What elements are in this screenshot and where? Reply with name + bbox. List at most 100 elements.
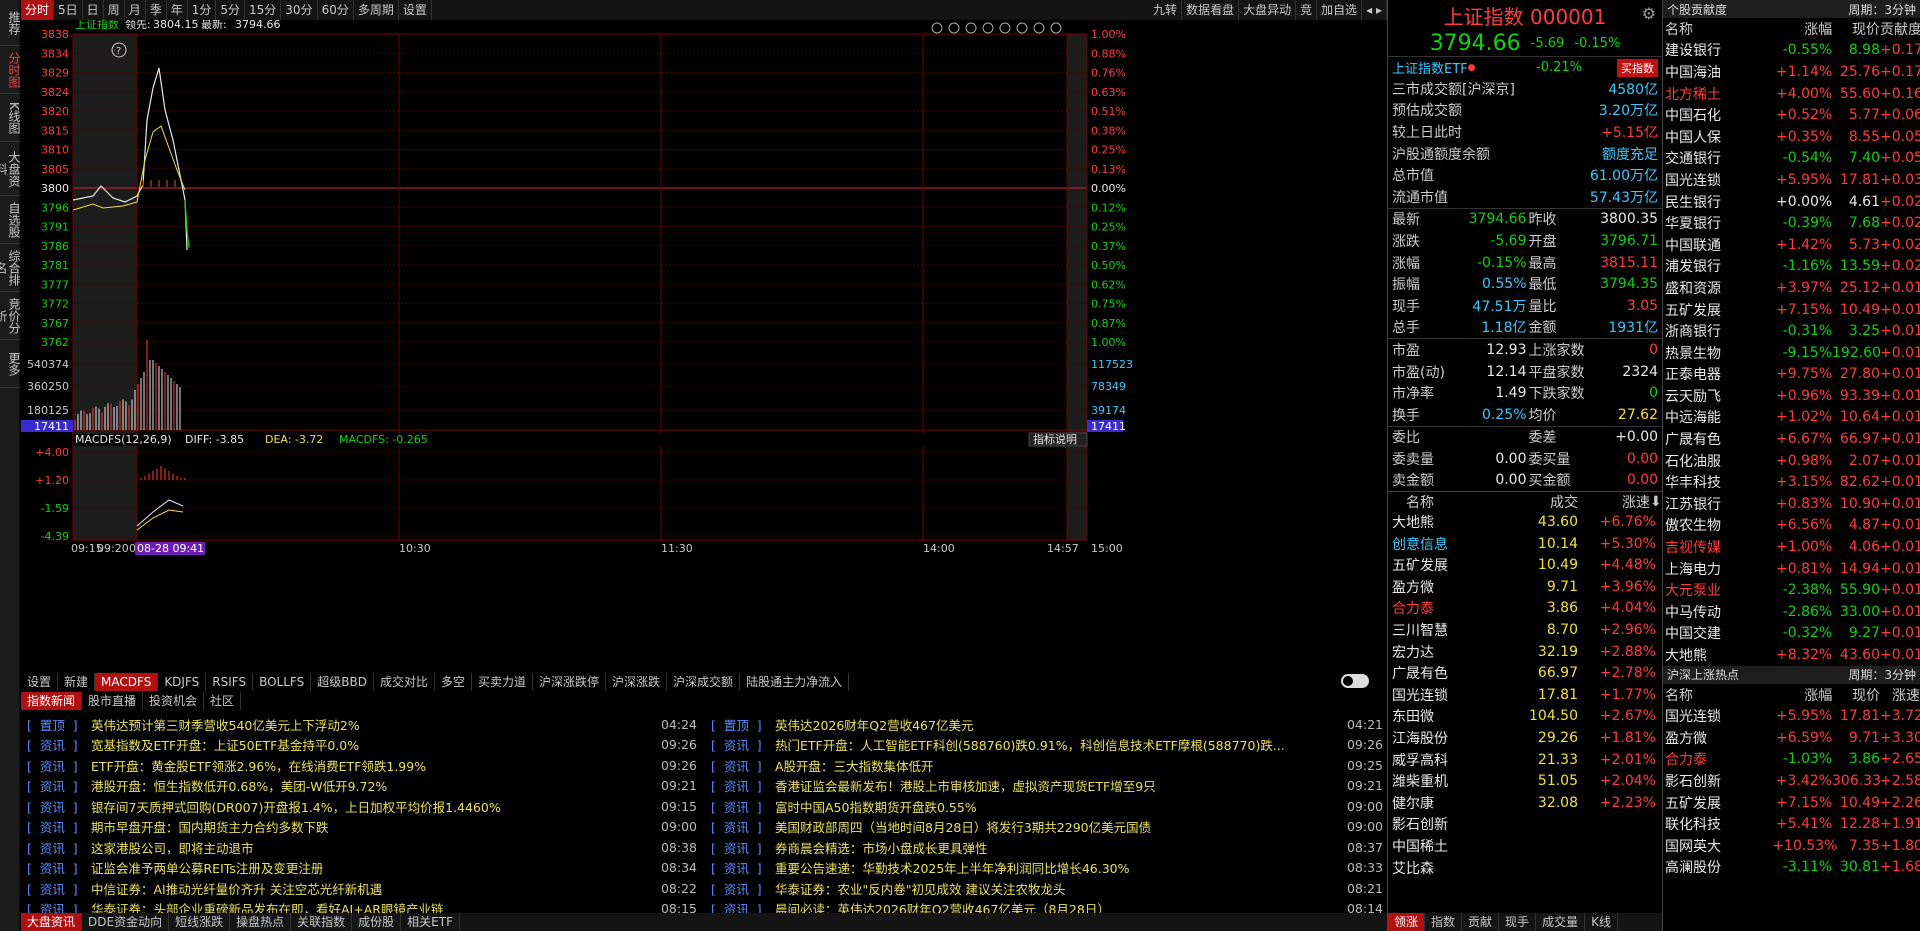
vertical-tab-1[interactable]: 分时图 [0,46,21,94]
news-title[interactable]: 热门ETF开盘：人工智能ETF科创(588760)跌0.91%，科创信息技术ET… [775,735,1343,754]
news-title[interactable]: 富时中国A50指数期货开盘跌0.55% [775,797,1343,816]
news-item[interactable]: [ 置顶 ] 英伟达2026财年Q2营收467亿美元 04:21 [705,714,1387,735]
toggle-switch-icon[interactable] [1341,674,1369,688]
leader-name[interactable]: 宏力达 [1388,642,1508,662]
nav-arrows-icon[interactable]: ◂ ▸ [1362,0,1387,20]
indicator-tab-6[interactable]: 超级BBD [311,673,374,691]
contrib-period[interactable]: 周期：3分钟 [1848,1,1916,18]
indicator-tab-3[interactable]: KDJFS [158,673,207,691]
indicator-tab-10[interactable]: 沪深涨跌停 [533,673,607,691]
stock-row[interactable]: 浙商银行 -0.31% 3.25 +0.01 [1663,320,1920,342]
stock-name[interactable]: 中国石化 [1663,105,1773,125]
stock-row[interactable]: 中远海能 +1.02% 10.64 +0.01 [1663,407,1920,429]
buy-index-button[interactable]: 买指数 [1617,58,1658,77]
stock-name[interactable]: 国光连锁 [1663,706,1773,726]
indicator-tab-11[interactable]: 沪深涨跌 [606,673,668,691]
stock-name[interactable]: 联化科技 [1663,814,1773,834]
stock-row[interactable]: 建设银行 -0.55% 8.98 +0.17 [1663,40,1920,62]
stock-row[interactable]: 华夏银行 -0.39% 7.68 +0.02 [1663,212,1920,234]
news-tab-0[interactable]: 指数新闻 [21,692,83,710]
stock-name[interactable]: 傲农生物 [1663,515,1773,535]
stock-row[interactable]: 云天励飞 +0.96% 93.39 +0.01 [1663,385,1920,407]
news-item[interactable]: [ 资讯 ] 这家港股公司，即将主动退市 08:38 [21,837,701,858]
etf-row[interactable]: 上证指数ETF ● -0.21% 买指数 [1388,56,1662,78]
stock-row[interactable]: 江苏银行 +0.83% 10.90 +0.01 [1663,493,1920,515]
news-tab-2[interactable]: 投资机会 [143,692,205,710]
leader-row[interactable]: 合力泰 3.86 +4.04% [1388,598,1662,620]
leader-name[interactable]: 健尔康 [1388,793,1508,813]
news-item[interactable]: [ 资讯 ] A股开盘：三大指数集体低开 09:25 [705,755,1387,776]
stock-name[interactable]: 上海电力 [1663,559,1773,579]
period-button-3[interactable]: 周 [104,0,125,20]
period-button-7[interactable]: 1分 [188,0,217,20]
bottom-tab-0[interactable]: 大盘资讯 [21,913,83,931]
news-item[interactable]: [ 资讯 ] 香港证监会最新发布！港股上市审核加速，虚拟资产现货ETF增至9只 09… [705,776,1387,797]
leader-name[interactable]: 国光连锁 [1388,685,1508,705]
news-title[interactable]: 英伟达预计第三财季营收540亿美元上下浮动2% [91,715,657,734]
leader-row[interactable]: 三川智慧 8.70 +2.96% [1388,619,1662,641]
news-title[interactable]: 英伟达2026财年Q2营收467亿美元 [775,715,1343,734]
news-tab-3[interactable]: 社区 [204,692,242,710]
news-title[interactable]: 重要公告速递：华勤技术2025年上半年净利润同比增长46.30% [775,858,1343,877]
leader-name[interactable]: 中国稀土 [1388,836,1508,856]
leader-row[interactable]: 艾比森 [1388,857,1662,879]
leader-row[interactable]: 健尔康 32.08 +2.23% [1388,792,1662,814]
news-title[interactable]: 晨间必读：英伟达2026财年Q2营收467亿美元（8月28日） [775,899,1343,914]
period-button-10[interactable]: 30分 [281,0,318,20]
vertical-tab-7[interactable]: 更多 [0,340,21,388]
leader-row[interactable]: 盈方微 9.71 +3.96% [1388,576,1662,598]
indicator-tab-5[interactable]: BOLLFS [253,673,312,691]
news-title[interactable]: 券商晨会精选：市场小盘成长更具弹性 [775,838,1343,857]
stock-row[interactable]: 中国石化 +0.52% 5.77 +0.06 [1663,104,1920,126]
stock-row[interactable]: 国光连锁+5.95% 17.81+3.72% [1663,705,1920,727]
vertical-tab-5[interactable]: 综合排名 [0,244,21,292]
leader-row[interactable]: 中国稀土 [1388,835,1662,857]
news-title[interactable]: 这家港股公司，即将主动退市 [91,838,657,857]
news-title[interactable]: 华泰证券：头部企业重磅新品发布在即，看好AI+AR眼镜产业链 [91,899,657,914]
stock-row[interactable]: 高澜股份 -3.11% 30.81+1.68% [1663,857,1920,879]
indicator-tab-2[interactable]: MACDFS [95,673,159,691]
stock-row[interactable]: 国光连锁 +5.95% 17.81 +0.03 [1663,169,1920,191]
stock-name[interactable]: 五矿发展 [1663,300,1773,320]
stock-row[interactable]: 民生银行 +0.00% 4.61 +0.02 [1663,191,1920,213]
indicator-tab-7[interactable]: 成交对比 [374,673,435,691]
news-item[interactable]: [ 置顶 ] 英伟达预计第三财季营收540亿美元上下浮动2% 04:24 [21,714,701,735]
leader-row[interactable]: 影石创新 [1388,814,1662,836]
period-button-6[interactable]: 年 [167,0,188,20]
stock-name[interactable]: 江苏银行 [1663,494,1773,514]
stock-name[interactable]: 中国人保 [1663,127,1773,147]
panel-tab-4[interactable]: 成交量 [1536,913,1586,931]
period-button-13[interactable]: 设置 [399,0,432,20]
stock-name[interactable]: 云天励飞 [1663,386,1773,406]
news-item[interactable]: [ 资讯 ] 证监会准予两单公募REITs注册及变更注册 08:34 [21,858,701,879]
indicator-tab-8[interactable]: 多空 [435,673,472,691]
news-item[interactable]: [ 资讯 ] 银存间7天质押式回购(DR007)开盘报1.4%，上日加权平均价报1… [21,796,701,817]
bottom-tab-5[interactable]: 成份股 [352,913,402,931]
news-title[interactable]: 香港证监会最新发布！港股上市审核加速，虚拟资产现货ETF增至9只 [775,776,1343,795]
stock-name[interactable]: 浙商银行 [1663,321,1773,341]
bottom-tab-3[interactable]: 操盘热点 [230,913,292,931]
leader-row[interactable]: 大地熊 43.60 +6.76% [1388,511,1662,533]
leader-name[interactable]: 影石创新 [1388,814,1508,834]
news-item[interactable]: [ 资讯 ] 券商晨会精选：市场小盘成长更具弹性 08:37 [705,837,1387,858]
hot-period[interactable]: 周期：3分钟 [1848,666,1916,683]
stock-row[interactable]: 五矿发展+7.15% 10.49+2.26% [1663,792,1920,814]
stock-name[interactable]: 广晟有色 [1663,429,1773,449]
news-item[interactable]: [ 资讯 ] 重要公告速递：华勤技术2025年上半年净利润同比增长46.30% 08… [705,858,1387,879]
leader-name[interactable]: 大地熊 [1388,512,1508,532]
indicator-tab-4[interactable]: RSIFS [206,673,254,691]
stock-row[interactable]: 中国交建 -0.32% 9.27 +0.01 [1663,623,1920,645]
news-item[interactable]: [ 资讯 ] 港股开盘：恒生指数低开0.68%，美团-W低开9.72% 09:21 [21,776,701,797]
stock-name[interactable]: 北方稀土 [1663,84,1773,104]
news-item[interactable]: [ 资讯 ] 中信证券：AI推动光纤量价齐升 关注空芯光纤新机遇 08:22 [21,878,701,899]
stock-row[interactable]: 上海电力 +0.81% 14.94 +0.01 [1663,558,1920,580]
panel-tab-5[interactable]: K线 [1585,913,1618,931]
stock-name[interactable]: 交通银行 [1663,148,1773,168]
stock-row[interactable]: 傲农生物 +6.56% 4.87 +0.01 [1663,515,1920,537]
vertical-tab-3[interactable]: 大盘资料 [0,142,21,196]
stock-row[interactable]: 盈方微+6.59% 9.71+3.30% [1663,727,1920,749]
toolbar-right-button-2[interactable]: 大盘异动 [1239,0,1297,20]
leader-name[interactable]: 威孚高科 [1388,750,1508,770]
stock-row[interactable]: 合力泰 -1.03% 3.86+2.65% [1663,749,1920,771]
news-item[interactable]: [ 资讯 ] ETF开盘：黄金股ETF领涨2.96%，在线消费ETF领跌1.99%… [21,755,701,776]
